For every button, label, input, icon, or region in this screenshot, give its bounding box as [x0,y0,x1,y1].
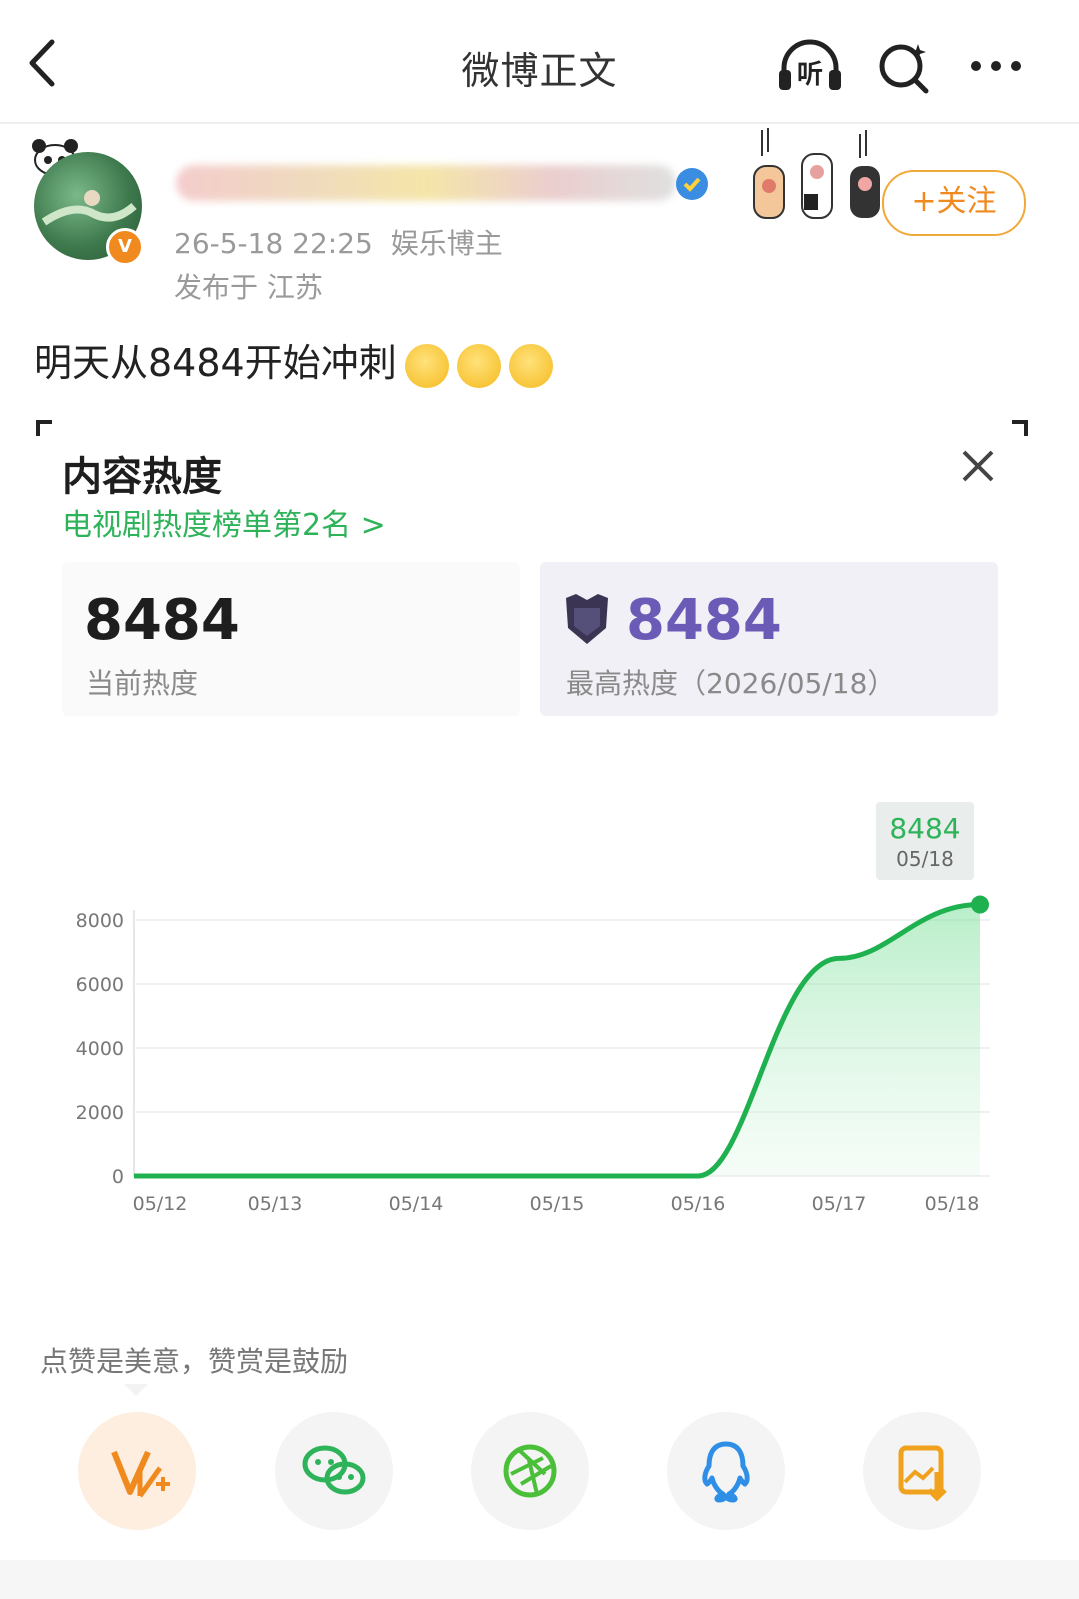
image-corner-mark [36,420,52,436]
listen-button[interactable]: 听 [776,38,844,94]
x-tick-label: 05/17 [812,1193,867,1215]
close-icon[interactable] [960,448,996,484]
author-category: 娱乐博主 [390,227,503,260]
top-nav-bar: 微博正文 听 [0,0,1079,124]
peak-heat-value: 8484 [626,588,782,653]
x-tick-label: 05/13 [248,1193,303,1215]
save-image-button[interactable] [863,1412,981,1530]
y-tick-label: 8000 [76,910,124,932]
post-text: 明天从8484开始冲刺 [34,332,553,388]
reward-button[interactable] [78,1412,196,1530]
x-tick-label: 05/15 [530,1193,585,1215]
post-timestamp: 26-5-18 22:25 [174,227,373,260]
peak-heat-label: 最高热度（2026/05/18） [566,667,896,700]
more-icon[interactable] [966,56,1026,76]
heat-area-fill [134,904,980,1176]
post-location: 发布于 江苏 [174,271,323,304]
current-heat-value: 8484 [84,588,240,653]
tooltip-value: 8484 [889,812,960,845]
smile-emoji-icon [508,343,553,388]
verified-blue-icon [676,168,708,200]
current-heat-label: 当前热度 [86,667,199,700]
wechat-icon [302,1445,366,1495]
heat-card-title: 内容热度 [62,454,222,500]
post-meta: 26-5-18 22:25 娱乐博主 [174,222,503,262]
smile-emoji-icon [456,343,501,388]
smile-emoji-icon [404,343,449,388]
x-tick-label: 05/14 [389,1193,444,1215]
y-tick-label: 2000 [76,1102,124,1124]
bottom-safe-area [0,1560,1079,1599]
save-image-icon [898,1445,947,1502]
trophy-shield-icon [562,592,612,646]
image-corner-mark [1012,420,1028,436]
y-tick-label: 6000 [76,974,124,996]
y-tick-label: 4000 [76,1038,124,1060]
share-moments-button[interactable] [471,1412,589,1530]
v-plus-icon [111,1450,170,1498]
y-tick-label: 0 [112,1166,124,1188]
x-tick-label: 05/18 [925,1193,980,1215]
peak-heat-box: 8484 最高热度（2026/05/18） [540,562,998,716]
reward-tip-text: 点赞是美意，赞赏是鼓励 [40,1345,349,1378]
x-tick-label: 05/12 [133,1193,188,1215]
rank-link[interactable]: 电视剧热度榜单第2名 > [62,500,386,544]
current-heat-box: 8484 当前热度 [62,562,520,716]
chart-tooltip: 8484 05/18 [876,802,974,880]
tip-pointer [124,1384,148,1396]
share-qq-button[interactable] [667,1412,785,1530]
qq-penguin-icon [702,1441,750,1503]
author-name-blurred[interactable] [176,165,676,201]
paw-decoration-icon [748,128,888,220]
post-text-content: 明天从8484开始冲刺 [34,341,397,385]
last-data-point[interactable] [971,895,989,914]
tooltip-date: 05/18 [896,847,954,871]
moments-aperture-icon [503,1444,557,1498]
verified-badge: V [106,228,144,266]
x-tick-label: 05/16 [671,1193,726,1215]
search-icon[interactable] [876,40,932,96]
listen-label: 听 [797,60,824,90]
share-wechat-button[interactable] [275,1412,393,1530]
follow-button[interactable]: +关注 [882,170,1026,236]
heat-trend-chart: 0 2000 4000 6000 8000 05/12 05/13 05/14 05/15 05… [76,802,990,1215]
